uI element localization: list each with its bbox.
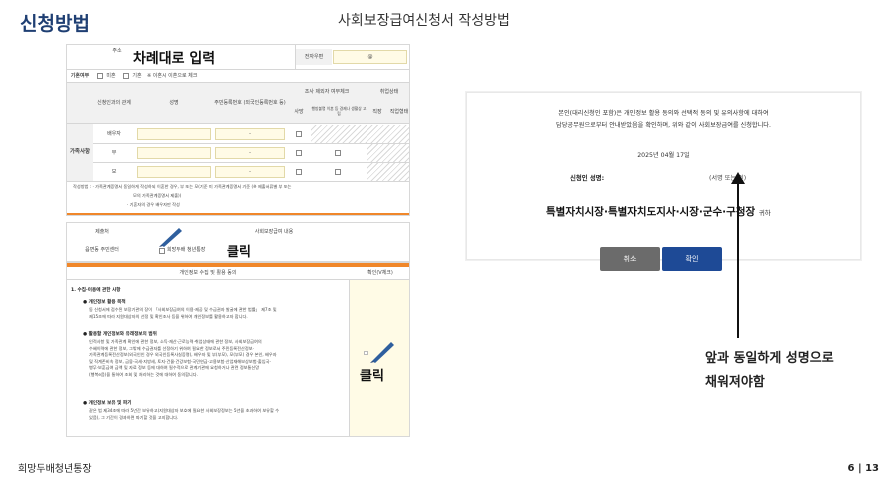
email-label: 전자우편 bbox=[296, 49, 332, 65]
th-employment-a: 직장 bbox=[367, 101, 387, 123]
page-title: 신청방법 bbox=[20, 13, 90, 35]
consent-p3-head: ● 개인정보 보유 및 파기 bbox=[83, 401, 132, 406]
row-hatch-spouse bbox=[311, 125, 367, 143]
row-rrn-dash: - bbox=[249, 150, 251, 156]
th-rrn: 주민등록번호 (외국인등록번호 등) bbox=[213, 83, 287, 123]
note-line-3: · 기혼자의 경우 배우자만 작성 bbox=[127, 202, 180, 208]
marital-married-checkbox[interactable] bbox=[123, 73, 129, 79]
row-rrn-dash: - bbox=[249, 169, 251, 175]
row-relation-spouse: 배우자 bbox=[107, 131, 121, 137]
row-name-input-mother[interactable] bbox=[137, 166, 211, 178]
email-at: @ bbox=[367, 54, 373, 60]
form-image-consent: 개인정보 수집 및 활용 동의 확인(V체크) 1. 수집·이용에 관한 사항 … bbox=[66, 262, 410, 437]
marital-note: ※ 이혼시 이혼으로 체크 bbox=[147, 73, 198, 79]
th-survey-death: 사망 bbox=[287, 101, 311, 123]
th-relation: 신청인과의 관계 bbox=[93, 83, 135, 123]
form-image-family: 주소 차례대로 입력 전자우편 @ 기혼여부 미혼 기혼 ※ 이혼시 이혼으로 … bbox=[66, 44, 410, 216]
page-subtitle: 사회보장급여신청서 작성방법 bbox=[338, 13, 510, 29]
consent-title: 개인정보 수집 및 활용 동의 bbox=[179, 270, 237, 276]
note-line-1: 작성방법 : · 가족관계증명서 동일하게 작성하되 이혼한 경우, 부 또는 … bbox=[73, 184, 292, 190]
row-death-checkbox-father[interactable] bbox=[296, 150, 302, 156]
th-survey-missing: 행방불명 이혼 등 경제나 생활상 고립 bbox=[311, 101, 367, 123]
marital-married-label: 기혼 bbox=[132, 73, 142, 79]
signature-dialog: 본인(대리신청인 포함)은 개인정보 활용 동의와 선택적 동의 및 유의사항에… bbox=[466, 92, 861, 271]
address-label: 주소 bbox=[112, 48, 122, 54]
submitter-label: 제출처 bbox=[95, 229, 109, 235]
cancel-button[interactable]: 취소 bbox=[600, 247, 660, 271]
marital-single-label: 미혼 bbox=[106, 73, 116, 79]
consent-p2-head: ● 활용할 개인정보와 유래정보의 범위 bbox=[83, 332, 157, 337]
consent-section: 1. 수집·이용에 관한 사항 bbox=[71, 288, 121, 293]
row-hatch-emp-mother bbox=[367, 163, 409, 181]
page-number: 6 | 13 bbox=[847, 463, 880, 474]
click-label-1: 클릭 bbox=[227, 245, 251, 260]
th-name: 성명 bbox=[135, 83, 213, 123]
consent-confirm-header: 확인(V체크) bbox=[367, 270, 393, 276]
pen-icon bbox=[370, 342, 394, 363]
dialog-date: 2025년 04월 17일 bbox=[637, 152, 690, 159]
annotation-note: 앞과 동일하게 성명으로 채워져야함 bbox=[705, 347, 834, 395]
signer-label: 신청인 성명: bbox=[570, 174, 605, 182]
dialog-body-line-2: 담당공무원으로부터 안내받았음을 확인하며, 위와 같이 사회보장급여를 신청합… bbox=[556, 122, 771, 129]
address-overlay-text: 차례대로 입력 bbox=[133, 51, 216, 67]
row-death-checkbox-spouse[interactable] bbox=[296, 131, 302, 137]
row-hatch-emp-father bbox=[367, 144, 409, 162]
row-name-input-father[interactable] bbox=[137, 147, 211, 159]
consent-p2-body: 인적사항 및 가족관계 확인에 관한 정보, 소득·재산·근로능력·취업상태에 … bbox=[89, 339, 277, 377]
note-line-2: 모의 가족관계증명서 제출)) bbox=[133, 193, 182, 199]
th-employment: 취업상태 bbox=[367, 83, 409, 101]
row-hatch-emp-spouse bbox=[367, 125, 409, 143]
consent-p3-body: 같은 법 제34조에 따라 5년간 보유하고(지원대상자 보호에 필요한 사회보… bbox=[89, 408, 280, 420]
marital-single-checkbox[interactable] bbox=[97, 73, 103, 79]
row-missing-checkbox-mother[interactable] bbox=[335, 169, 341, 175]
submitter-value: 읍면동 주민센터 bbox=[85, 247, 119, 253]
recipient-suffix: 귀하 bbox=[758, 209, 771, 217]
family-section-label: 가족사항 bbox=[67, 124, 93, 181]
recipient-text: 특별자치시장·특별자치도지사·시장·군수·구청장 bbox=[546, 206, 756, 218]
th-survey: 조사 제외자 여부체크 bbox=[287, 83, 367, 101]
pen-icon bbox=[159, 228, 182, 247]
click-label-2: 클릭 bbox=[360, 369, 384, 384]
th-employment-b: 직업형태 bbox=[387, 101, 409, 123]
row-relation-mother: 모 bbox=[111, 169, 117, 175]
consent-checkbox[interactable] bbox=[364, 351, 368, 355]
marital-label: 기혼여부 bbox=[70, 73, 90, 79]
consent-p1-head: ● 개인정보 활용 목적 bbox=[83, 300, 126, 305]
row-death-checkbox-mother[interactable] bbox=[296, 169, 302, 175]
row-missing-checkbox-father[interactable] bbox=[335, 150, 341, 156]
arrow-line bbox=[737, 180, 739, 338]
row-relation-father: 부 bbox=[111, 150, 117, 156]
consent-p1-body: 동 신청서에 접수된 보장기관의 장이 「사회보장급여의 이용·제공 및 수급권… bbox=[89, 307, 277, 319]
row-name-input-spouse[interactable] bbox=[137, 128, 211, 140]
form-image-submitter: 제출처 사회보장급여 내용 읍면동 주민센터 희망두배 청년통장 클릭 bbox=[66, 222, 410, 262]
footer-program-name: 희망두배청년통장 bbox=[18, 464, 92, 475]
confirm-button[interactable]: 확인 bbox=[662, 247, 722, 271]
benefit-checkbox[interactable] bbox=[159, 248, 165, 254]
dialog-body-line-1: 본인(대리신청인 포함)은 개인정보 활용 동의와 선택적 동의 및 유의사항에… bbox=[558, 110, 769, 117]
annotation-line-1: 앞과 동일하게 성명으로 bbox=[705, 351, 834, 366]
row-rrn-dash: - bbox=[249, 131, 251, 137]
annotation-line-2: 채워져야함 bbox=[705, 375, 765, 391]
